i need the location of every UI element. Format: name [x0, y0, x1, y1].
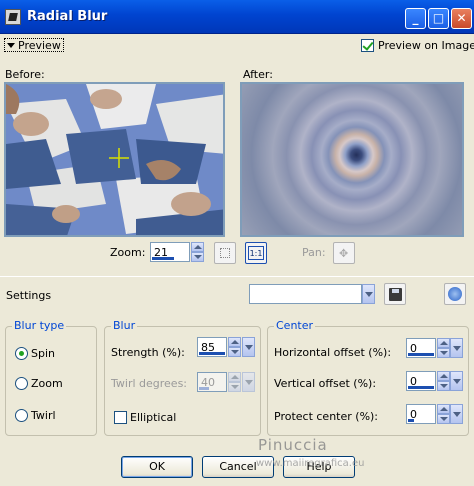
horizontal-offset-input[interactable]: 0: [406, 338, 436, 358]
before-image-art: [6, 84, 223, 235]
preview-toggle-label: Preview: [18, 39, 61, 52]
elliptical-label: Elliptical: [130, 411, 177, 424]
maximize-button[interactable]: □: [428, 8, 449, 29]
vertical-offset-dropdown[interactable]: [450, 371, 463, 391]
center-title: Center: [274, 319, 316, 332]
actual-size-button[interactable]: 1:1: [245, 242, 267, 264]
radio-twirl-label: Twirl: [31, 409, 56, 422]
strength-label: Strength (%):: [111, 346, 185, 359]
twirl-level-bar: [199, 387, 209, 390]
protect-center-label: Protect center (%):: [274, 410, 379, 423]
vertical-offset-label: Vertical offset (%):: [274, 377, 377, 390]
after-label: After:: [243, 68, 273, 81]
vertical-offset-spinner[interactable]: [437, 371, 450, 391]
elliptical-checkbox[interactable]: [114, 411, 127, 424]
strength-input[interactable]: 85: [197, 337, 227, 357]
zoom-spinner[interactable]: [191, 242, 204, 262]
horizontal-offset-label: Horizontal offset (%):: [274, 346, 392, 359]
ok-button[interactable]: OK: [121, 456, 193, 478]
protect-center-bar: [408, 419, 414, 422]
twirl-degrees-label: Twirl degrees:: [111, 377, 188, 390]
pan-label: Pan:: [302, 246, 326, 259]
radio-twirl[interactable]: [15, 409, 28, 422]
vertical-offset-bar: [408, 386, 434, 389]
vertical-offset-input[interactable]: 0: [406, 371, 436, 391]
zoom-input[interactable]: 21: [150, 242, 190, 262]
twirl-degrees-input[interactable]: 40: [197, 372, 227, 392]
minimize-button[interactable]: _: [405, 8, 426, 29]
after-preview-image[interactable]: [240, 82, 464, 237]
strength-dropdown[interactable]: [242, 337, 255, 357]
radio-spin[interactable]: [15, 347, 28, 360]
zoom-label: Zoom:: [110, 246, 146, 259]
separator: [0, 276, 474, 277]
window-title: Radial Blur: [27, 9, 108, 24]
protect-center-dropdown[interactable]: [450, 404, 463, 424]
close-button[interactable]: ✕: [451, 8, 472, 29]
actual-size-label: 1:1: [248, 246, 264, 260]
settings-preset-dropdown[interactable]: [249, 284, 362, 304]
watermark-name: Pinuccia: [258, 436, 328, 454]
blur-title: Blur: [111, 319, 138, 332]
radio-spin-label: Spin: [31, 347, 55, 360]
strength-spinner[interactable]: [228, 337, 241, 357]
reset-arrow-icon: [448, 287, 462, 301]
zoom-level-bar: [152, 257, 174, 260]
horizontal-offset-dropdown[interactable]: [450, 338, 463, 358]
settings-label: Settings: [6, 289, 52, 302]
before-preview-image[interactable]: [4, 82, 225, 237]
pan-button[interactable]: ✥: [333, 242, 355, 264]
twirl-spinner[interactable]: [228, 372, 241, 392]
strength-level-bar: [199, 352, 225, 355]
watermark-url: www.maiiregrafica.eu: [256, 458, 365, 469]
app-icon: [5, 9, 21, 25]
fit-to-window-button[interactable]: [214, 242, 236, 264]
before-label: Before:: [5, 68, 45, 81]
floppy-disk-icon: [389, 288, 402, 301]
preview-toggle[interactable]: Preview: [4, 38, 64, 52]
blur-type-title: Blur type: [12, 319, 67, 332]
protect-center-spinner[interactable]: [437, 404, 450, 424]
horizontal-offset-bar: [408, 353, 434, 356]
save-preset-button[interactable]: [384, 283, 406, 305]
radio-zoom-label: Zoom: [31, 377, 63, 390]
horizontal-offset-spinner[interactable]: [437, 338, 450, 358]
protect-center-input[interactable]: 0: [406, 404, 436, 424]
reset-button[interactable]: [444, 283, 466, 305]
preview-on-image-label: Preview on Image: [378, 39, 474, 52]
preview-on-image-checkbox[interactable]: [361, 39, 374, 52]
pan-cross-icon: ✥: [339, 247, 349, 260]
twirl-dropdown[interactable]: [242, 372, 255, 392]
collapse-arrow-icon: [7, 43, 15, 48]
fit-icon: [220, 248, 230, 258]
settings-dropdown-arrow[interactable]: [362, 284, 375, 304]
radio-zoom[interactable]: [15, 377, 28, 390]
